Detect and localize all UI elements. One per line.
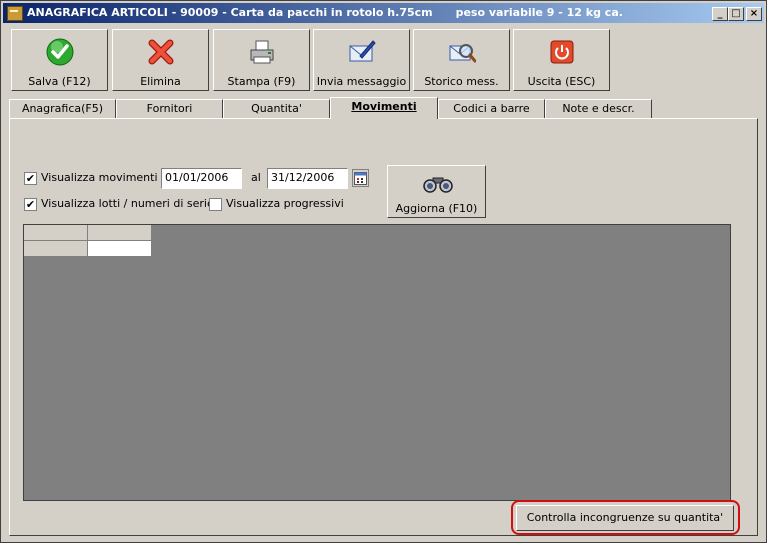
save-label: Salva (F12) [28,75,91,88]
window-title: ANAGRAFICA ARTICOLI - 90009 - Carta da p… [27,6,623,19]
print-button[interactable]: Stampa (F9) [213,29,310,91]
exit-button[interactable]: Uscita (ESC) [513,29,610,91]
show-lots-label: Visualizza lotti / numeri di serie [41,197,214,210]
movements-grid[interactable] [23,224,731,501]
tab-quantita[interactable]: Quantita' [223,99,330,118]
tab-codici-label: Codici a barre [453,102,530,115]
grid-column-header[interactable] [88,225,152,241]
exit-label: Uscita (ESC) [527,75,596,88]
message-history-button[interactable]: Storico mess. [413,29,510,91]
tab-anagrafica-label: Anagrafica(F5) [21,102,104,115]
send-message-button[interactable]: Invia messaggio [313,29,410,91]
calendar-icon[interactable] [352,169,369,187]
tab-codici-a-barre[interactable]: Codici a barre [438,99,545,118]
envelope-pen-icon [349,40,376,62]
date-to-separator: al [251,171,261,184]
send-message-label: Invia messaggio [316,75,407,88]
tab-note[interactable]: Note e descr. [545,99,652,118]
show-movements-label: Visualizza movimenti dal [41,171,178,184]
tab-fornitori[interactable]: Fornitori [116,99,223,118]
show-progressive-checkbox[interactable] [209,198,222,211]
binoculars-icon [423,177,453,193]
tab-quantita-label: Quantita' [251,102,302,115]
show-lots-checkbox[interactable]: ✔ [24,198,37,211]
grid-corner-header [24,225,88,241]
delete-label: Elimina [140,75,181,88]
x-icon [148,39,173,65]
close-button[interactable]: × [746,7,762,21]
date-to-field[interactable]: 31/12/2006 [267,168,348,189]
tab-note-label: Note e descr. [562,102,635,115]
tab-fornitori-label: Fornitori [146,102,193,115]
refresh-button[interactable]: Aggiorna (F10) [387,165,486,218]
magnifier-envelope-icon [449,44,476,63]
minimize-button[interactable]: _ [712,7,728,21]
box-icon [7,6,23,21]
tab-anagrafica[interactable]: Anagrafica(F5) [9,99,116,118]
date-from-field[interactable]: 01/01/2006 [161,168,242,189]
check-icon [46,38,73,66]
power-icon [550,40,573,64]
grid-row-header[interactable] [24,241,88,257]
show-movements-checkbox[interactable]: ✔ [24,172,37,185]
printer-icon [250,40,273,64]
title-bar[interactable]: ANAGRAFICA ARTICOLI - 90009 - Carta da p… [3,3,764,23]
delete-button[interactable]: Elimina [112,29,209,91]
refresh-label: Aggiorna (F10) [395,202,478,215]
app-window: ANAGRAFICA ARTICOLI - 90009 - Carta da p… [0,0,767,543]
print-label: Stampa (F9) [227,75,296,88]
save-button[interactable]: Salva (F12) [11,29,108,91]
maximize-button[interactable]: □ [728,7,744,21]
highlight-box [511,500,740,535]
tab-movimenti[interactable]: Movimenti [330,97,438,119]
show-progressive-label: Visualizza progressivi [226,197,344,210]
message-history-label: Storico mess. [424,75,499,88]
tab-movimenti-label: Movimenti [351,100,417,113]
grid-cell[interactable] [88,241,152,257]
